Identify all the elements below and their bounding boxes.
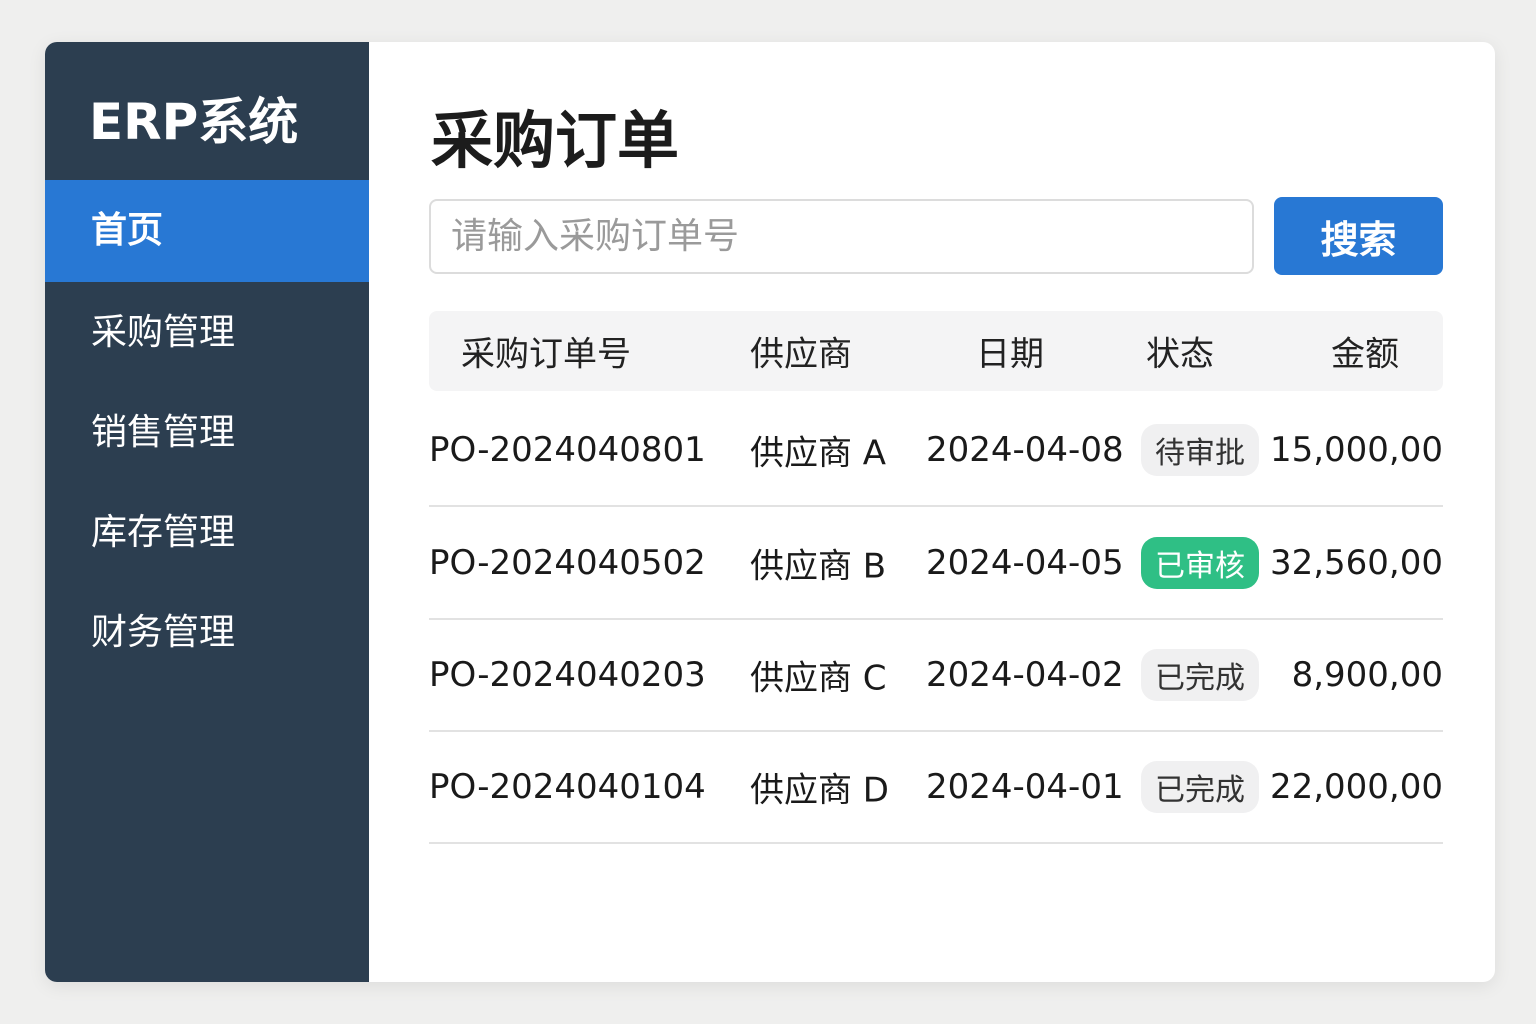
app-logo: ERP系统 <box>89 93 299 151</box>
search-button[interactable]: 搜索 <box>1274 197 1443 275</box>
app-window: ERP系统 首页 采购管理 销售管理 库存管理 财务管理 采购订单 搜索 采购订… <box>45 42 1495 982</box>
amount: 22,000,00 <box>1269 767 1443 807</box>
amount: 15,000,00 <box>1269 430 1443 470</box>
amount: 32,560,00 <box>1269 543 1443 583</box>
table-row[interactable]: PO-2024040203 供应商 C 2024-04-02 已完成 8,900… <box>429 620 1443 732</box>
sidebar-item-finance[interactable]: 财务管理 <box>45 582 369 684</box>
sidebar-item-purchase[interactable]: 采购管理 <box>45 282 369 384</box>
status-badge: 待审批 <box>1141 424 1259 476</box>
table-row[interactable]: PO-2024040104 供应商 D 2024-04-01 已完成 22,00… <box>429 732 1443 844</box>
supplier: 供应商 D <box>750 770 889 811</box>
column-header-order-no[interactable]: 采购订单号 <box>461 327 631 376</box>
order-number: PO-2024040203 <box>429 655 706 695</box>
date: 2024-04-02 <box>926 655 1124 695</box>
status-badge: 已完成 <box>1141 649 1259 701</box>
date: 2024-04-01 <box>926 767 1124 807</box>
column-header-supplier[interactable]: 供应商 <box>750 327 852 376</box>
order-number: PO-2024040502 <box>429 543 706 583</box>
table-header: 采购订单号 供应商 日期 状态 金额 <box>429 311 1443 391</box>
table-row[interactable]: PO-2024040801 供应商 A 2024-04-08 待审批 15,00… <box>429 395 1443 507</box>
sidebar-item-inventory[interactable]: 库存管理 <box>45 482 369 584</box>
column-header-amount[interactable]: 金额 <box>1331 327 1399 376</box>
table-row[interactable]: PO-2024040502 供应商 B 2024-04-05 已审核 32,56… <box>429 508 1443 620</box>
supplier: 供应商 A <box>750 433 887 474</box>
sidebar-item-sales[interactable]: 销售管理 <box>45 382 369 484</box>
date: 2024-04-05 <box>926 543 1124 583</box>
page-title: 采购订单 <box>431 104 680 177</box>
main-content: 采购订单 搜索 采购订单号 供应商 日期 状态 金额 PO-2024040801… <box>369 42 1495 982</box>
sidebar: ERP系统 首页 采购管理 销售管理 库存管理 财务管理 <box>45 42 369 982</box>
search-input[interactable] <box>429 199 1254 274</box>
order-number: PO-2024040801 <box>429 430 706 470</box>
column-header-status[interactable]: 状态 <box>1146 327 1214 376</box>
status-badge: 已完成 <box>1141 761 1259 813</box>
amount: 8,900,00 <box>1291 655 1443 695</box>
order-number: PO-2024040104 <box>429 767 706 807</box>
supplier: 供应商 B <box>750 546 887 587</box>
status-badge: 已审核 <box>1141 537 1259 589</box>
supplier: 供应商 C <box>750 658 887 699</box>
date: 2024-04-08 <box>926 430 1124 470</box>
column-header-date[interactable]: 日期 <box>976 327 1044 376</box>
sidebar-item-home[interactable]: 首页 <box>45 180 369 282</box>
